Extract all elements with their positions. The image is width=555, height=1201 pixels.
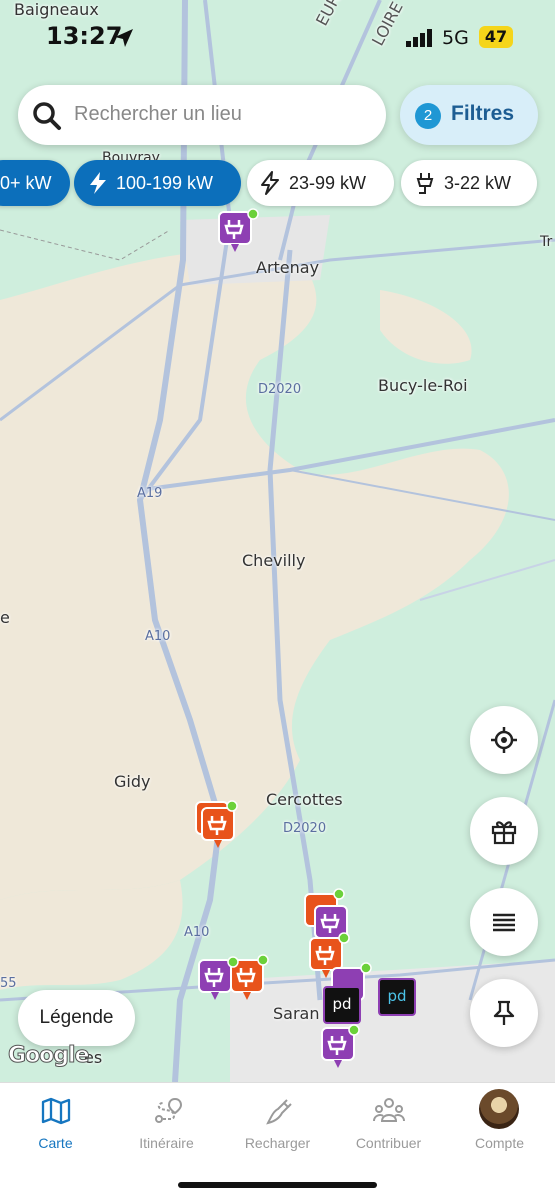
status-time: 13:27 [46, 22, 123, 50]
tab-label: Recharger [244, 1135, 311, 1151]
tab-label: Carte [38, 1135, 73, 1151]
list-icon [493, 913, 515, 932]
charging-station-marker[interactable] [320, 1022, 364, 1074]
location-arrow-icon [115, 29, 133, 47]
place-label: Chevilly [242, 551, 306, 570]
legend-button[interactable]: Légende [18, 990, 135, 1046]
tab-contribuer[interactable]: Contribuer [333, 1083, 444, 1163]
power-filter-chip[interactable]: 0+ kW [0, 160, 70, 206]
place-label: e [0, 608, 10, 627]
status-bar: 13:27 5G 47 [0, 0, 555, 70]
search-input[interactable]: Rechercher un lieu [74, 103, 242, 126]
search-icon [33, 102, 61, 130]
road-label: D2020 [283, 821, 327, 836]
locate-icon [491, 727, 517, 753]
place-label: Gidy [114, 772, 151, 791]
filter-count-badge: 2 [415, 103, 441, 129]
operator-marker[interactable]: pd [323, 986, 361, 1024]
list-view-button[interactable] [470, 888, 538, 956]
gift-icon [491, 821, 517, 845]
tab-carte[interactable]: Carte [0, 1083, 111, 1163]
search-bar[interactable]: Rechercher un lieu [18, 85, 386, 145]
chip-label: 100-199 kW [116, 173, 214, 193]
place-label: Tr [540, 234, 553, 250]
tab-recharger[interactable]: Recharger [222, 1083, 333, 1163]
place-label: 55 [0, 976, 17, 991]
operator-marker[interactable]: pd [378, 978, 416, 1016]
charging-station-marker[interactable] [217, 206, 261, 258]
tab-itineraire[interactable]: Itinéraire [111, 1083, 222, 1163]
filters-label: Filtres [451, 102, 515, 125]
pin-button[interactable] [470, 979, 538, 1047]
power-filter-chip[interactable]: 3-22 kW [401, 160, 537, 206]
locate-button[interactable] [470, 706, 538, 774]
charge-icon [266, 1099, 292, 1125]
fast-charge-icon [90, 172, 106, 194]
chip-label: 3-22 kW [444, 173, 512, 193]
map-icon [41, 1097, 71, 1125]
power-filter-chip[interactable]: 23-99 kW [247, 160, 394, 206]
signal-icon [406, 29, 432, 47]
chip-label: 0+ kW [0, 173, 52, 193]
power-filter-chip[interactable]: 100-199 kW [74, 160, 241, 206]
battery-level: 47 [479, 26, 513, 48]
tab-compte[interactable]: Compte [444, 1083, 555, 1163]
tab-label: Contribuer [355, 1135, 422, 1151]
place-label: Artenay [256, 258, 320, 277]
road-label: A19 [137, 486, 163, 501]
bolt-icon [261, 171, 279, 195]
pin-icon [493, 1000, 515, 1025]
place-label: Bucy-le-Roi [378, 376, 468, 395]
tab-label: Itinéraire [139, 1135, 194, 1151]
place-label: Saran [273, 1004, 320, 1023]
rewards-button[interactable] [470, 797, 538, 865]
google-logo: Google [8, 1043, 90, 1069]
place-label: Cercottes [266, 790, 343, 809]
community-icon [373, 1098, 405, 1122]
road-label: A10 [145, 629, 171, 644]
home-indicator [178, 1182, 377, 1188]
charging-station-marker[interactable] [194, 796, 240, 852]
route-icon [155, 1097, 183, 1123]
charging-station-marker[interactable] [197, 954, 271, 1006]
road-label: D2020 [258, 382, 302, 397]
chip-label: 23-99 kW [289, 173, 367, 193]
avatar-icon [479, 1089, 519, 1129]
filters-button[interactable]: 2 Filtres [400, 85, 538, 145]
plug-icon [416, 173, 434, 194]
network-type: 5G [442, 27, 469, 49]
tab-label: Compte [474, 1135, 525, 1151]
road-label: A10 [184, 925, 210, 940]
